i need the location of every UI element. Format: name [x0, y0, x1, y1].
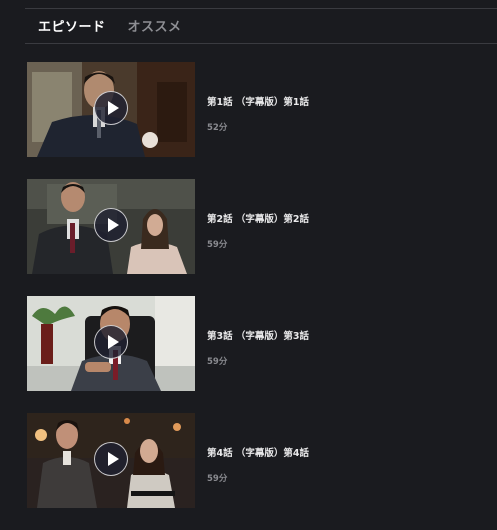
- episode-item-3[interactable]: 第3話 （字幕版）第3話 59分: [27, 296, 487, 392]
- play-icon[interactable]: [94, 442, 128, 476]
- episode-title[interactable]: 第2話 （字幕版）第2話: [207, 211, 309, 225]
- play-icon[interactable]: [94, 208, 128, 242]
- play-icon[interactable]: [94, 91, 128, 125]
- tab-bar: エピソード オススメ: [38, 16, 182, 35]
- episode-thumbnail[interactable]: [27, 179, 195, 274]
- episode-duration: 59分: [207, 240, 228, 250]
- tab-recommended[interactable]: オススメ: [128, 16, 182, 35]
- episode-panel: エピソード オススメ 第1話 （字幕版）第1話 52分 第2話 （字幕版）第2話…: [0, 0, 497, 530]
- tab-divider: [25, 43, 497, 44]
- episode-title[interactable]: 第4話 （字幕版）第4話: [207, 445, 309, 459]
- episode-title[interactable]: 第3話 （字幕版）第3話: [207, 328, 309, 342]
- episode-duration: 59分: [207, 474, 228, 484]
- episode-thumbnail[interactable]: [27, 413, 195, 508]
- episode-title[interactable]: 第1話 （字幕版）第1話: [207, 94, 309, 108]
- episode-item-1[interactable]: 第1話 （字幕版）第1話 52分: [27, 62, 487, 158]
- episode-item-4[interactable]: 第4話 （字幕版）第4話 59分: [27, 413, 487, 509]
- top-divider: [25, 8, 497, 9]
- tab-episodes[interactable]: エピソード: [38, 16, 106, 35]
- episode-item-2[interactable]: 第2話 （字幕版）第2話 59分: [27, 179, 487, 275]
- episode-duration: 59分: [207, 357, 228, 367]
- play-icon[interactable]: [94, 325, 128, 359]
- episode-thumbnail[interactable]: [27, 62, 195, 157]
- episode-duration: 52分: [207, 123, 228, 133]
- episode-thumbnail[interactable]: [27, 296, 195, 391]
